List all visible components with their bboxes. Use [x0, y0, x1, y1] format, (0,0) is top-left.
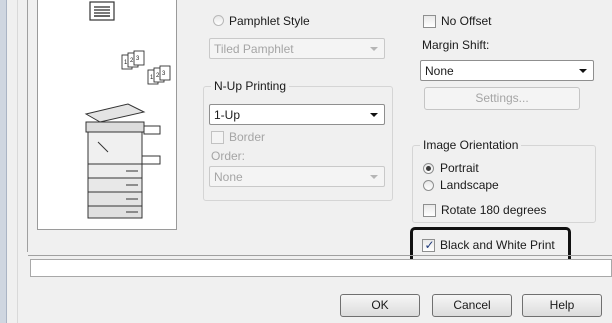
margin-shift-label: Margin Shift: — [422, 38, 490, 52]
nup-printing-title: N-Up Printing — [211, 79, 290, 93]
cancel-button[interactable]: Cancel — [432, 294, 512, 317]
nup-value: 1-Up — [214, 108, 241, 122]
rotate-180-label: Rotate 180 degrees — [441, 203, 547, 217]
border-label: Border — [229, 130, 266, 144]
margin-shift-value: None — [425, 64, 454, 78]
document-icon — [89, 1, 115, 21]
preview-illustration: 1 2 3 1 2 3 — [84, 1, 171, 219]
chevron-down-icon — [579, 69, 587, 73]
print-preview-panel: 1 2 3 1 2 3 — [37, 0, 177, 230]
nup-dropdown[interactable]: 1-Up — [209, 104, 385, 125]
window-border — [6, 0, 18, 323]
help-button[interactable]: Help — [522, 294, 602, 317]
ok-button[interactable]: OK — [340, 294, 420, 317]
settings-button[interactable]: Settings... — [424, 87, 580, 110]
order-dropdown[interactable]: None — [209, 166, 385, 187]
pamphlet-type-value: Tiled Pamphlet — [214, 42, 294, 56]
info-field — [30, 259, 612, 277]
border-checkbox[interactable] — [211, 131, 224, 144]
order-value: None — [214, 170, 243, 184]
chevron-down-icon — [370, 175, 378, 179]
no-offset-label: No Offset — [441, 14, 492, 28]
landscape-radio[interactable] — [423, 180, 434, 191]
landscape-label: Landscape — [440, 178, 499, 192]
separator — [28, 255, 612, 256]
printer-icon — [84, 103, 161, 219]
no-offset-checkbox[interactable] — [423, 15, 436, 28]
pamphlet-type-dropdown[interactable]: Tiled Pamphlet — [209, 38, 385, 59]
chevron-down-icon — [370, 113, 378, 117]
pages-icon: 1 2 3 1 2 3 — [121, 50, 171, 85]
rotate-180-checkbox[interactable] — [423, 204, 436, 217]
pamphlet-style-label: Pamphlet Style — [229, 14, 310, 28]
portrait-label: Portrait — [440, 161, 479, 175]
margin-shift-dropdown[interactable]: None — [420, 60, 594, 81]
image-orientation-title: Image Orientation — [420, 138, 522, 152]
portrait-radio[interactable] — [423, 163, 434, 174]
order-label: Order: — [211, 149, 246, 163]
chevron-down-icon — [370, 47, 378, 51]
pamphlet-style-radio[interactable] — [213, 15, 224, 26]
